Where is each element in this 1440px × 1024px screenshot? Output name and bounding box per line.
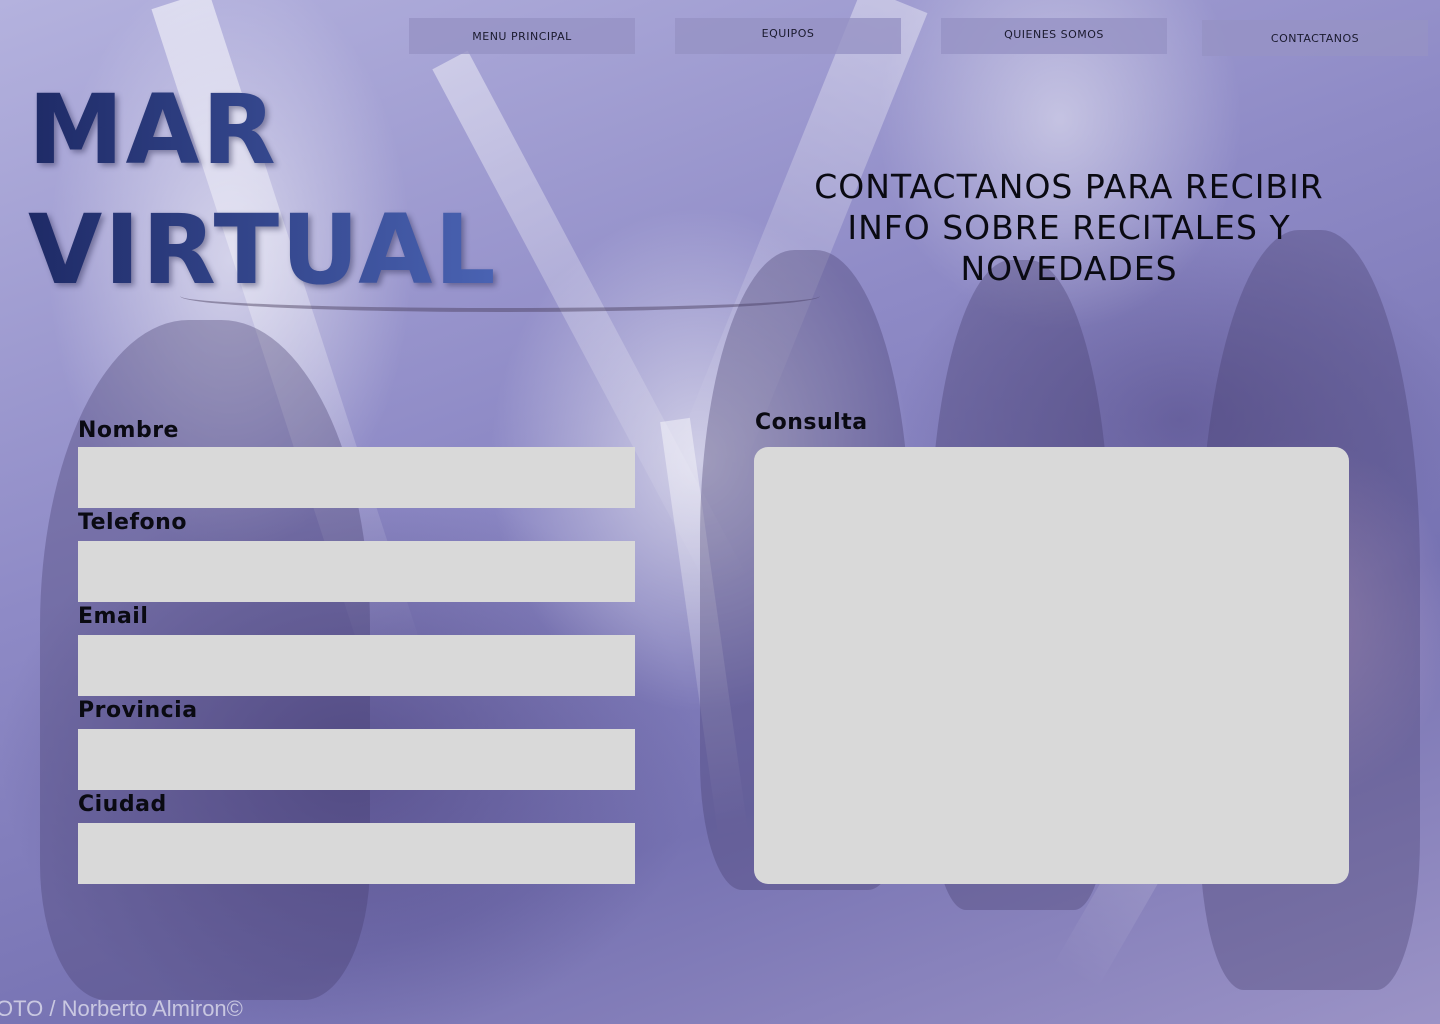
logo-line-1: MAR xyxy=(28,74,278,186)
nav-menu-principal[interactable]: MENU PRINCIPAL xyxy=(409,18,635,54)
provincia-input[interactable] xyxy=(78,729,635,790)
consulta-textarea[interactable] xyxy=(754,447,1349,884)
nav-quienes-somos[interactable]: QUIENES SOMOS xyxy=(941,18,1167,54)
top-navigation: MENU PRINCIPAL EQUIPOS QUIENES SOMOS CON… xyxy=(0,0,1440,60)
ciudad-input[interactable] xyxy=(78,823,635,884)
nombre-input[interactable] xyxy=(78,447,635,508)
nav-equipos[interactable]: EQUIPOS xyxy=(675,18,901,54)
page-headline: CONTACTANOS PARA RECIBIR INFO SOBRE RECI… xyxy=(814,167,1324,288)
nav-contactanos[interactable]: CONTACTANOS xyxy=(1202,20,1428,56)
telefono-label: Telefono xyxy=(78,510,187,535)
email-label: Email xyxy=(78,604,149,629)
nombre-label: Nombre xyxy=(78,418,179,443)
email-input[interactable] xyxy=(78,635,635,696)
ciudad-label: Ciudad xyxy=(78,792,167,817)
telefono-input[interactable] xyxy=(78,541,635,602)
site-logo: MAR VIRTUAL xyxy=(28,70,498,310)
logo-line-2: VIRTUAL xyxy=(28,194,498,306)
consulta-label: Consulta xyxy=(755,410,868,435)
provincia-label: Provincia xyxy=(78,698,198,723)
photo-credit: OTO / Norberto Almiron© xyxy=(0,996,243,1021)
